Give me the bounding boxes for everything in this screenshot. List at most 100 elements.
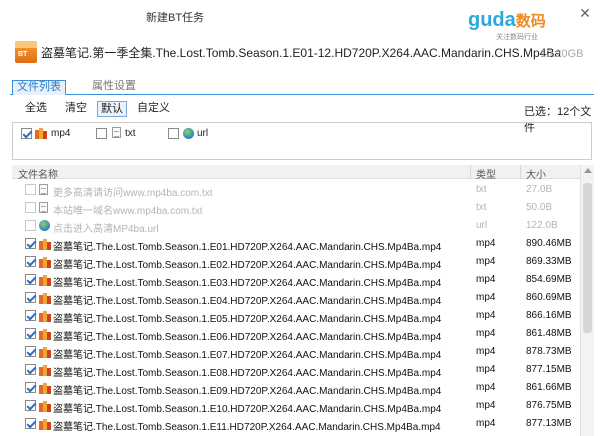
file-type: mp4 [476, 382, 496, 393]
file-row[interactable]: 更多高清请访问www.mp4ba.com.txt txt 27.0B [12, 180, 580, 199]
file-type: mp4 [476, 346, 496, 357]
file-row[interactable]: 盗墓笔记.The.Lost.Tomb.Season.1.E09.HD720P.X… [12, 378, 580, 397]
type-label-mp4: mp4 [51, 128, 71, 139]
scrollbar-thumb[interactable] [583, 183, 592, 333]
mp4-icon [39, 346, 52, 358]
txt-icon [112, 127, 121, 138]
mp4-icon [39, 418, 52, 430]
file-row[interactable]: 本站唯一域名www.mp4ba.com.txt txt 50.0B [12, 198, 580, 217]
file-row[interactable]: 盗墓笔记.The.Lost.Tomb.Season.1.E07.HD720P.X… [12, 342, 580, 361]
file-checkbox[interactable] [25, 364, 36, 375]
file-checkbox[interactable] [25, 220, 36, 231]
file-type: mp4 [476, 328, 496, 339]
file-list-scrollbar[interactable] [580, 165, 594, 436]
task-name: 盗墓笔记.第一季全集.The.Lost.Tomb.Season.1.E01-12… [41, 46, 562, 60]
file-name: 点击进入高清MP4ba.url [53, 224, 159, 235]
file-name: 盗墓笔记.The.Lost.Tomb.Season.1.E03.HD720P.X… [53, 278, 442, 289]
file-row[interactable]: 盗墓笔记.The.Lost.Tomb.Season.1.E10.HD720P.X… [12, 396, 580, 415]
file-name: 盗墓笔记.The.Lost.Tomb.Season.1.E10.HD720P.X… [53, 404, 442, 415]
total-size: 10.20GB [540, 48, 584, 60]
type-label-txt: txt [125, 128, 136, 139]
file-size: 854.69MB [526, 274, 572, 285]
logo-slogan: 关注数码行业 [496, 34, 538, 41]
file-size: 861.48MB [526, 328, 572, 339]
type-checkbox-url[interactable] [168, 128, 179, 139]
file-type: mp4 [476, 418, 496, 429]
file-name: 盗墓笔记.The.Lost.Tomb.Season.1.E08.HD720P.X… [53, 368, 442, 379]
logo-brand-cn: 数码 [515, 13, 546, 30]
mp4-icon [39, 274, 52, 286]
mp4-icon [39, 292, 52, 304]
url-icon [183, 128, 194, 139]
file-row[interactable]: 盗墓笔记.The.Lost.Tomb.Season.1.E06.HD720P.X… [12, 324, 580, 343]
file-size: 50.0B [526, 202, 553, 213]
file-type: mp4 [476, 274, 496, 285]
file-checkbox[interactable] [25, 418, 36, 429]
logo-brand: guda [468, 9, 516, 31]
file-checkbox[interactable] [25, 256, 36, 267]
url-icon [39, 220, 50, 231]
file-type: mp4 [476, 400, 496, 411]
file-type: txt [476, 184, 487, 195]
file-checkbox[interactable] [25, 274, 36, 285]
column-name[interactable]: 文件名称 [18, 166, 58, 181]
window-title: 新建BT任务 [146, 12, 205, 24]
txt-icon [39, 202, 48, 213]
close-icon: ✕ [579, 5, 591, 21]
file-size: 122.0B [526, 220, 558, 231]
file-checkbox[interactable] [25, 202, 36, 213]
select-all-button[interactable]: 全选 [22, 101, 50, 117]
default-button[interactable]: 默认 [97, 101, 127, 117]
file-size: 877.15MB [526, 364, 572, 375]
file-size: 877.13MB [526, 418, 572, 429]
file-name: 盗墓笔记.The.Lost.Tomb.Season.1.E02.HD720P.X… [53, 260, 442, 271]
type-label-url: url [197, 128, 209, 139]
file-row[interactable]: 盗墓笔记.The.Lost.Tomb.Season.1.E02.HD720P.X… [12, 252, 580, 271]
file-checkbox[interactable] [25, 292, 36, 303]
file-checkbox[interactable] [25, 382, 36, 393]
file-size: 860.69MB [526, 292, 572, 303]
file-type: mp4 [476, 238, 496, 249]
column-size[interactable]: 大小 [526, 166, 546, 181]
file-row[interactable]: 盗墓笔记.The.Lost.Tomb.Season.1.E05.HD720P.X… [12, 306, 580, 325]
bt-file-icon: BT [15, 41, 37, 63]
txt-icon [39, 184, 48, 195]
filter-bar: 全选 清空 默认 自定义 已选：12个文件 [0, 101, 600, 134]
scroll-up-arrow-icon[interactable] [584, 168, 592, 173]
file-row[interactable]: 点击进入高清MP4ba.url url 122.0B [12, 216, 580, 235]
file-name: 盗墓笔记.The.Lost.Tomb.Season.1.E04.HD720P.X… [53, 296, 442, 307]
file-list-header: 文件名称 类型 大小 [12, 165, 580, 181]
tab-properties[interactable]: 属性设置 [88, 80, 140, 95]
file-checkbox[interactable] [25, 238, 36, 249]
file-type: mp4 [476, 256, 496, 267]
tab-file-list[interactable]: 文件列表 [12, 80, 66, 95]
file-checkbox[interactable] [25, 346, 36, 357]
file-row[interactable]: 盗墓笔记.The.Lost.Tomb.Season.1.E04.HD720P.X… [12, 288, 580, 307]
file-row[interactable]: 盗墓笔记.The.Lost.Tomb.Season.1.E08.HD720P.X… [12, 360, 580, 379]
file-checkbox[interactable] [25, 310, 36, 321]
file-type: mp4 [476, 310, 496, 321]
file-name: 本站唯一域名www.mp4ba.com.txt [53, 206, 203, 217]
type-checkbox-txt[interactable] [96, 128, 107, 139]
column-type[interactable]: 类型 [476, 166, 496, 181]
file-name: 盗墓笔记.The.Lost.Tomb.Season.1.E01.HD720P.X… [53, 242, 442, 253]
file-checkbox[interactable] [25, 328, 36, 339]
file-size: 876.75MB [526, 400, 572, 411]
file-row[interactable]: 盗墓笔记.The.Lost.Tomb.Season.1.E01.HD720P.X… [12, 234, 580, 253]
custom-button[interactable]: 自定义 [134, 101, 173, 117]
mp4-icon [39, 256, 52, 268]
type-checkbox-mp4[interactable] [21, 128, 32, 139]
close-button[interactable]: ✕ [578, 6, 592, 20]
file-checkbox[interactable] [25, 184, 36, 195]
clear-button[interactable]: 清空 [62, 101, 90, 117]
file-name: 盗墓笔记.The.Lost.Tomb.Season.1.E06.HD720P.X… [53, 332, 442, 343]
file-list: 更多高清请访问www.mp4ba.com.txt txt 27.0B 本站唯一域… [12, 180, 580, 436]
mp4-icon [39, 364, 52, 376]
file-name: 更多高清请访问www.mp4ba.com.txt [53, 188, 213, 199]
file-row[interactable]: 盗墓笔记.The.Lost.Tomb.Season.1.E11.HD720P.X… [12, 414, 580, 433]
file-name: 盗墓笔记.The.Lost.Tomb.Season.1.E05.HD720P.X… [53, 314, 442, 325]
file-size: 861.66MB [526, 382, 572, 393]
file-row[interactable]: 盗墓笔记.The.Lost.Tomb.Season.1.E03.HD720P.X… [12, 270, 580, 289]
mp4-icon [39, 238, 52, 250]
file-checkbox[interactable] [25, 400, 36, 411]
